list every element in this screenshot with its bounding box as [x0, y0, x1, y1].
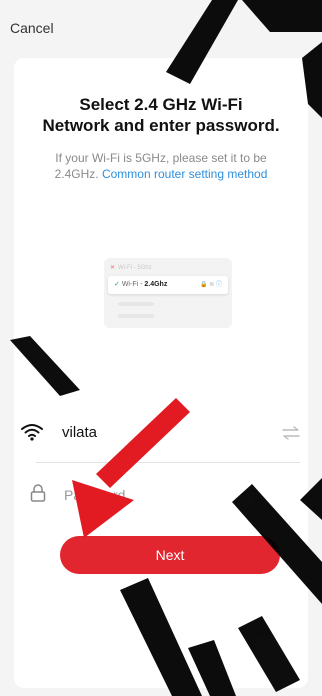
illustration-5ghz-row: ✕ Wi-Fi - 5Ghz [110, 262, 226, 274]
lock-icon [30, 484, 46, 502]
password-row [30, 480, 300, 510]
wifi-ssid: vilata [62, 424, 98, 441]
illustration-24ghz-band: 2.4Ghz [144, 281, 168, 288]
info-icon: ⓘ [215, 282, 222, 288]
swap-icon[interactable] [282, 426, 300, 440]
title-line-2: Network and enter password. [42, 116, 280, 135]
x-icon: ✕ [110, 265, 116, 271]
router-setting-link[interactable]: Common router setting method [102, 167, 267, 181]
illustration-24ghz-row: ✓ Wi-Fi - 2.4Ghz 🔒 ≋ ⓘ [108, 276, 228, 294]
illustration-placeholder-line [118, 302, 154, 306]
illustration-24ghz-prefix: Wi-Fi - [121, 281, 145, 288]
page-title: Select 2.4 GHz Wi-Fi Network and enter p… [14, 94, 308, 136]
wifi-list-illustration: ✕ Wi-Fi - 5Ghz ✓ Wi-Fi - 2.4Ghz 🔒 ≋ ⓘ [104, 258, 232, 328]
wifi-ssid-row[interactable]: vilata [20, 416, 304, 452]
password-input[interactable] [62, 480, 296, 510]
illustration-status-icons: 🔒 ≋ ⓘ [200, 282, 222, 288]
illustration-placeholder-line [118, 314, 154, 318]
wifi-icon [21, 424, 43, 441]
check-icon: ✓ [114, 281, 120, 288]
cancel-button[interactable]: Cancel [10, 20, 54, 36]
title-line-1: Select 2.4 GHz Wi-Fi [79, 95, 243, 114]
illustration-5ghz-label: Wi-Fi - 5Ghz [118, 265, 152, 271]
subtitle: If your Wi-Fi is 5GHz, please set it to … [36, 150, 286, 182]
next-button[interactable]: Next [60, 536, 280, 574]
wifi-setup-card: Select 2.4 GHz Wi-Fi Network and enter p… [14, 58, 308, 688]
divider [36, 462, 300, 463]
